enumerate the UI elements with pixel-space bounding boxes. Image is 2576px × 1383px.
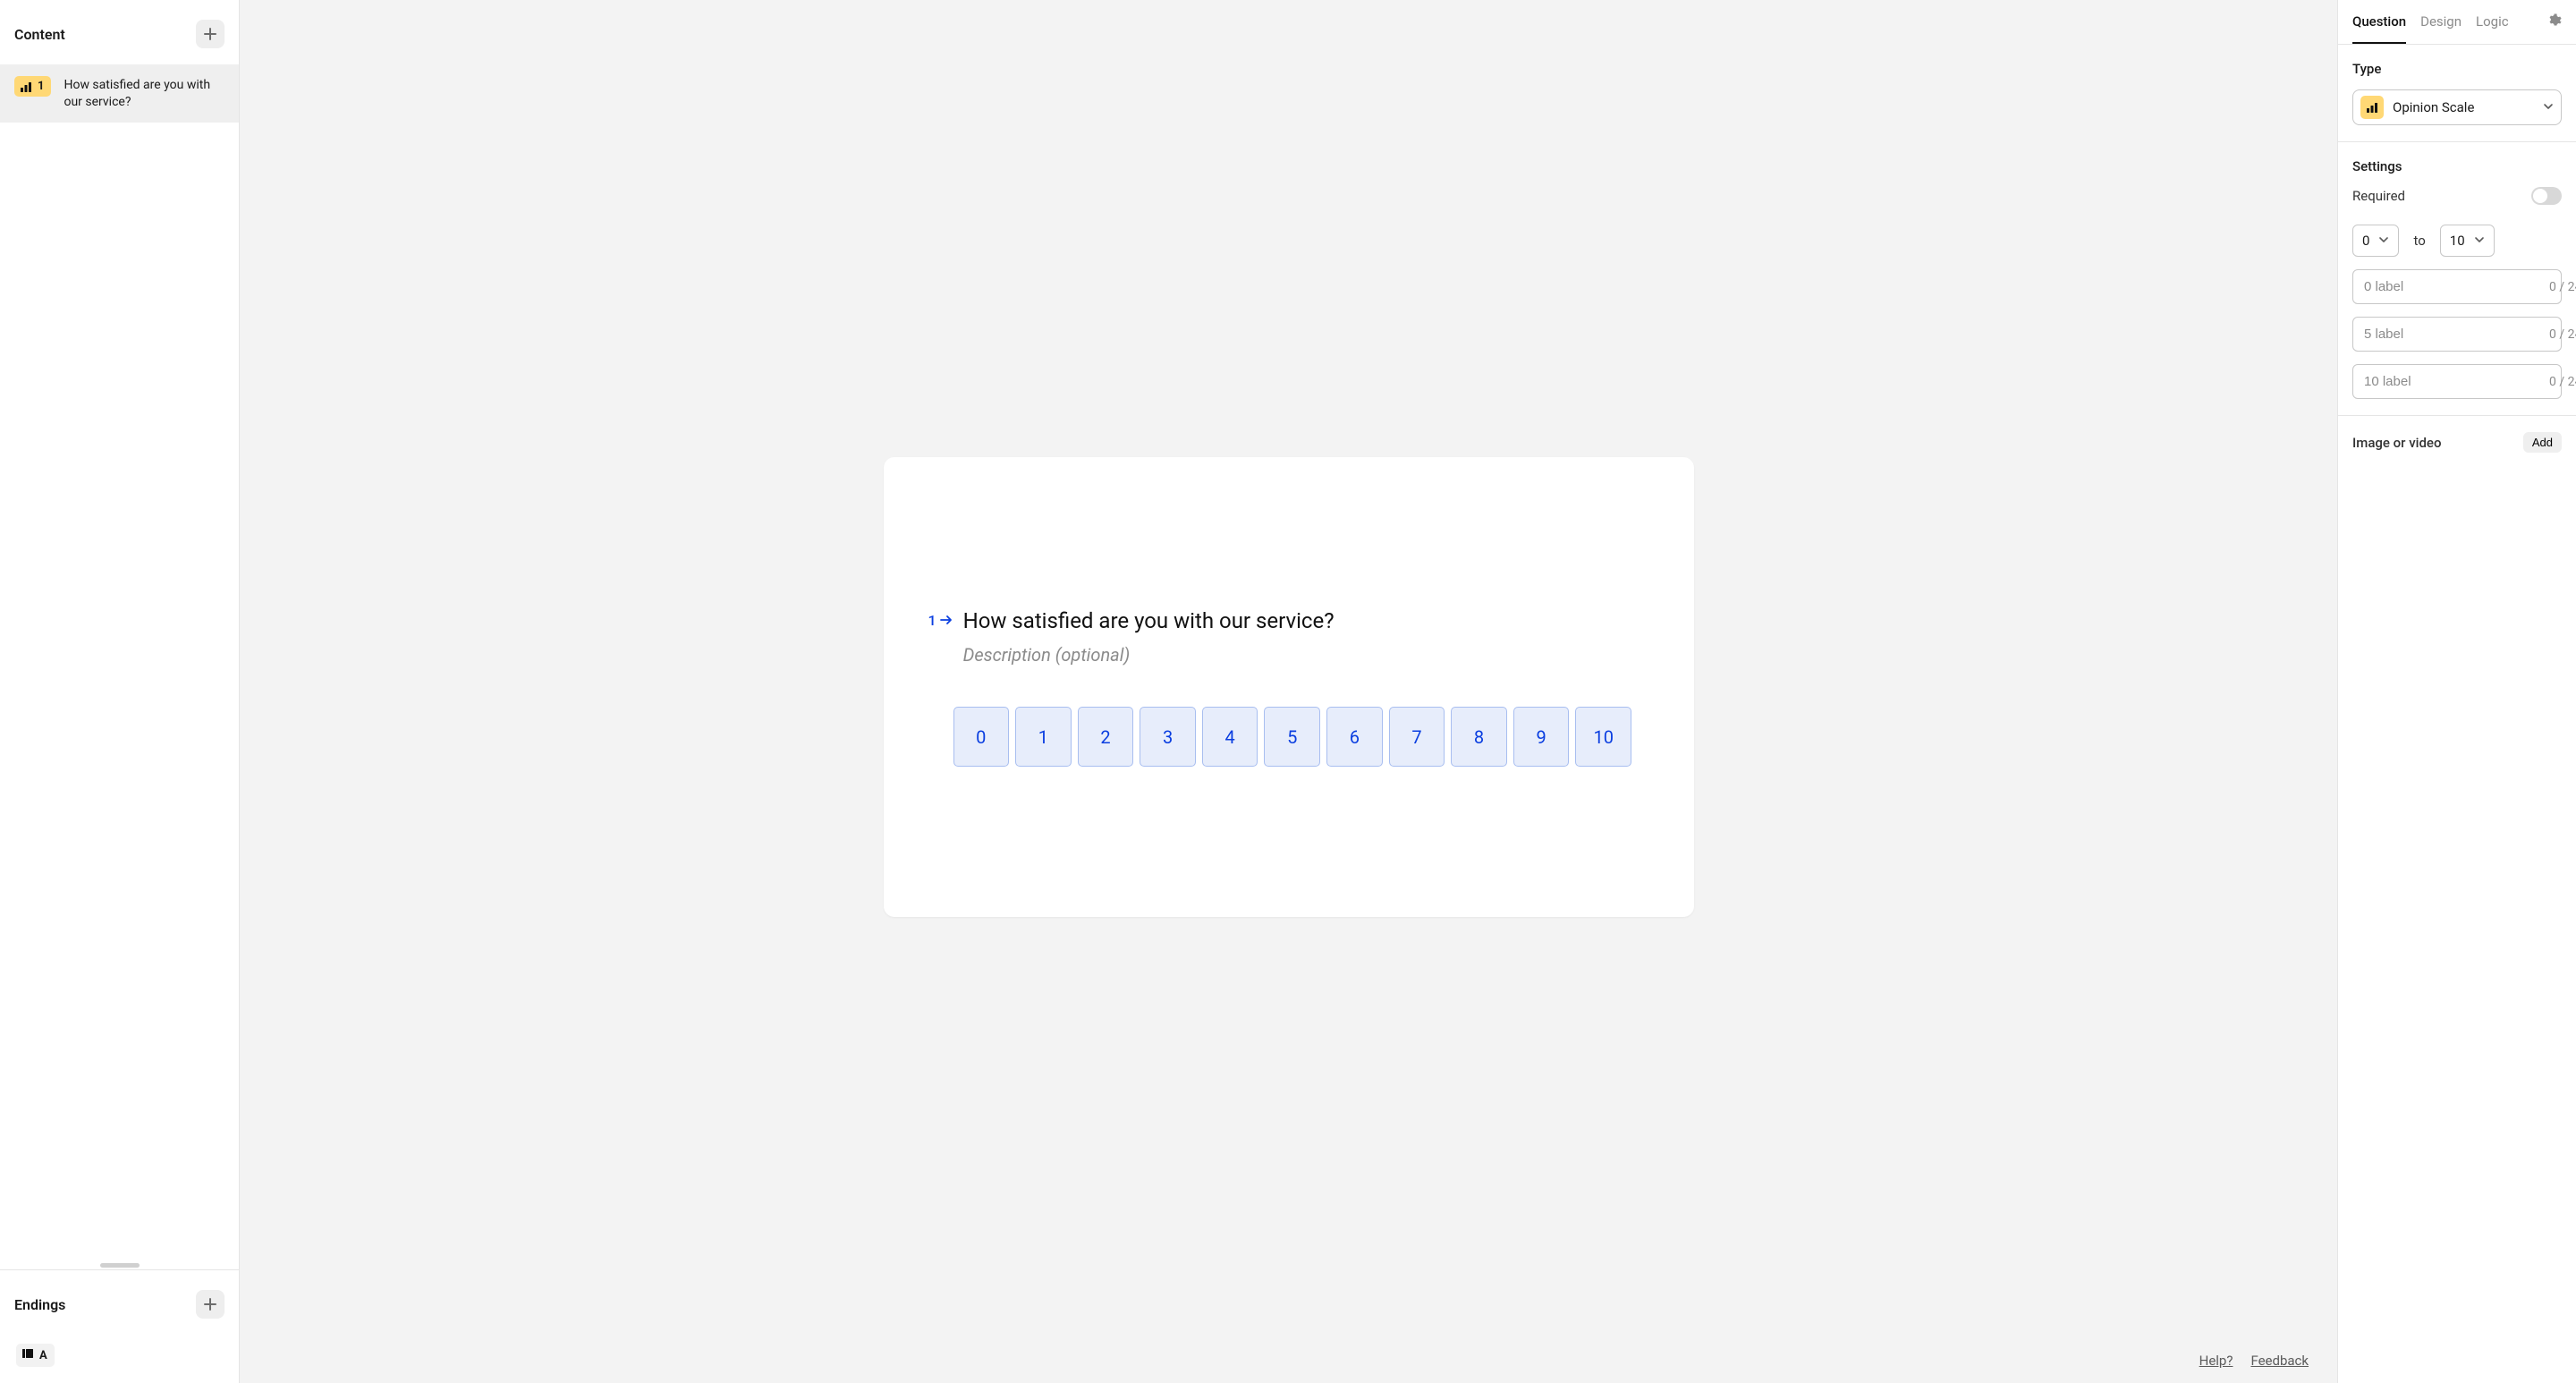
arrow-right-icon <box>940 615 953 625</box>
panel-type-section: Type Opinion Scale <box>2338 45 2576 142</box>
feedback-link[interactable]: Feedback <box>2250 1353 2309 1369</box>
media-label: Image or video <box>2352 435 2441 451</box>
scale-option-0[interactable]: 0 <box>953 707 1010 767</box>
question-index: 1 <box>928 607 953 629</box>
label-0-counter: 0 / 24 <box>2542 280 2576 294</box>
sidebar-right: Question Design Logic Type Opinion Scale <box>2337 0 2576 1383</box>
sidebar-item-ending-a[interactable]: A <box>0 1335 239 1383</box>
label-10-input-wrap: 0 / 24 <box>2352 364 2562 399</box>
panel-settings-button[interactable] <box>2547 13 2562 31</box>
label-0-input[interactable] <box>2364 279 2542 294</box>
scale-from-select[interactable]: 0 <box>2352 225 2399 257</box>
scale-option-7[interactable]: 7 <box>1389 707 1445 767</box>
bar-chart-icon <box>2360 96 2384 119</box>
label-10-counter: 0 / 24 <box>2542 375 2576 389</box>
endings-title: Endings <box>14 1296 65 1313</box>
scale-option-1[interactable]: 1 <box>1015 707 1072 767</box>
ending-badge: A <box>16 1344 55 1367</box>
scale-option-9[interactable]: 9 <box>1513 707 1570 767</box>
bar-chart-icon <box>20 81 32 93</box>
gear-icon <box>2547 13 2562 31</box>
chevron-down-icon <box>2543 99 2554 115</box>
panel-tabs: Question Design Logic <box>2338 0 2576 45</box>
required-row: Required <box>2352 187 2562 205</box>
sidebar-left: Content 1 How satisfied are you with our… <box>0 0 240 1383</box>
required-toggle[interactable] <box>2531 187 2562 205</box>
question-card: 1 How satisfied are you with our service… <box>884 457 1694 917</box>
scale-option-5[interactable]: 5 <box>1264 707 1320 767</box>
label-5-input-wrap: 0 / 24 <box>2352 317 2562 352</box>
plus-icon <box>204 1298 216 1311</box>
panel-settings-section: Settings Required 0 to 10 <box>2338 142 2576 416</box>
question-type-select[interactable]: Opinion Scale <box>2352 89 2562 125</box>
chevron-down-icon <box>2474 233 2485 249</box>
scale-to-value: 10 <box>2450 233 2465 249</box>
endings-header: Endings <box>0 1270 239 1335</box>
label-10-input[interactable] <box>2364 374 2542 389</box>
add-content-button[interactable] <box>196 20 225 48</box>
type-value: Opinion Scale <box>2393 99 2534 115</box>
type-label: Type <box>2352 61 2562 77</box>
content-title: Content <box>14 26 65 43</box>
scale-option-6[interactable]: 6 <box>1326 707 1383 767</box>
help-link[interactable]: Help? <box>2199 1353 2233 1369</box>
question-preview-text: How satisfied are you with our service? <box>64 76 225 111</box>
scale-option-2[interactable]: 2 <box>1078 707 1134 767</box>
sidebar-resize-handle[interactable] <box>0 1260 239 1269</box>
canvas: 1 How satisfied are you with our service… <box>240 0 2337 1383</box>
footer-links: Help? Feedback <box>2199 1353 2309 1369</box>
sidebar-item-question-1[interactable]: 1 How satisfied are you with our service… <box>0 64 239 123</box>
range-to-text: to <box>2413 233 2425 249</box>
endings-section: Endings A <box>0 1269 239 1383</box>
content-header: Content <box>0 0 239 64</box>
question-type-badge: 1 <box>14 76 51 97</box>
plus-icon <box>204 28 216 40</box>
required-label: Required <box>2352 188 2405 204</box>
ending-icon <box>21 1347 34 1363</box>
panel-media-section: Image or video Add <box>2338 416 2576 469</box>
ending-letter: A <box>39 1349 47 1362</box>
label-5-input[interactable] <box>2364 327 2542 342</box>
tab-design[interactable]: Design <box>2420 0 2462 44</box>
add-ending-button[interactable] <box>196 1290 225 1319</box>
tab-question[interactable]: Question <box>2352 0 2406 44</box>
label-5-counter: 0 / 24 <box>2542 327 2576 342</box>
question-title-input[interactable]: How satisfied are you with our service? <box>963 607 1649 635</box>
add-media-button[interactable]: Add <box>2523 432 2562 453</box>
scale-option-10[interactable]: 10 <box>1575 707 1631 767</box>
scale-option-3[interactable]: 3 <box>1140 707 1196 767</box>
settings-label: Settings <box>2352 158 2562 174</box>
opinion-scale: 0 1 2 3 4 5 6 7 8 9 10 <box>953 707 1649 767</box>
question-description-input[interactable]: Description (optional) <box>963 644 1649 666</box>
scale-range-row: 0 to 10 <box>2352 225 2562 257</box>
scale-to-select[interactable]: 10 <box>2440 225 2495 257</box>
chevron-down-icon <box>2378 233 2389 249</box>
question-number: 1 <box>38 80 44 93</box>
content-list: 1 How satisfied are you with our service… <box>0 64 239 1260</box>
label-0-input-wrap: 0 / 24 <box>2352 269 2562 304</box>
scale-from-value: 0 <box>2362 233 2369 249</box>
question-index-number: 1 <box>928 612 936 629</box>
tab-logic[interactable]: Logic <box>2476 0 2509 44</box>
scale-option-8[interactable]: 8 <box>1451 707 1507 767</box>
scale-option-4[interactable]: 4 <box>1202 707 1258 767</box>
